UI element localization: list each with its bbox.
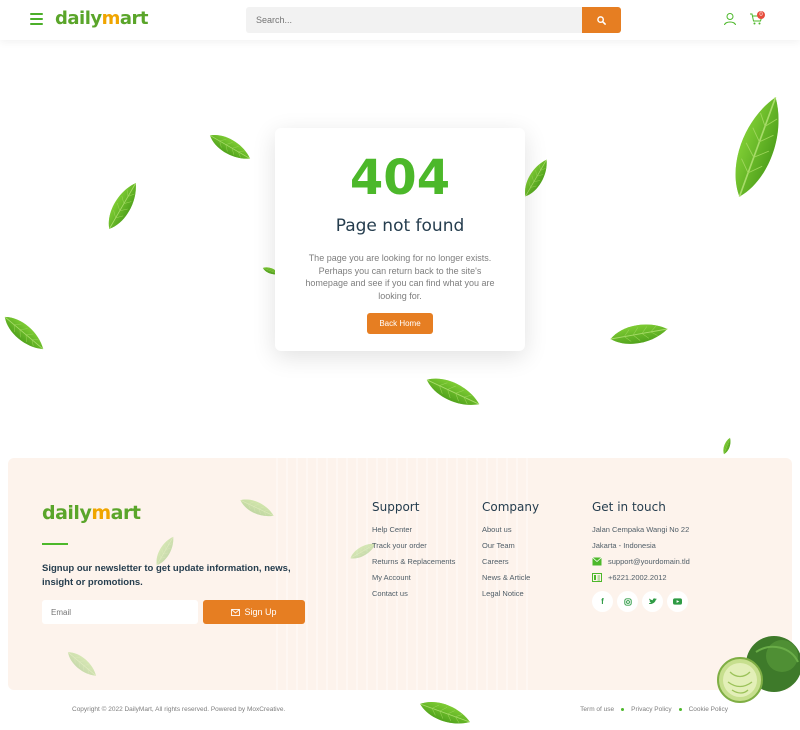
error-message: The page you are looking for no longer e…	[305, 253, 495, 301]
leaf-decoration	[599, 315, 680, 352]
site-header: dailymart 0	[0, 0, 800, 40]
user-icon[interactable]	[723, 12, 737, 26]
site-footer: dailymart Signup our newsletter to get u…	[8, 458, 792, 690]
error-code: 404	[349, 150, 451, 206]
cookie-policy-link[interactable]: Cookie Policy	[689, 706, 728, 713]
logo-text-m: m	[101, 8, 121, 29]
search-bar	[246, 7, 621, 33]
leaf-decoration	[720, 436, 734, 456]
mail-check-icon	[592, 557, 602, 566]
contact-address-line1: Jalan Cempaka Wangi No 22	[592, 525, 690, 534]
footer-support-column: Support Help Center Track your order Ret…	[372, 500, 455, 605]
logo-text-art: art	[110, 502, 141, 524]
contact-address-line2: Jakarta - Indonesia	[592, 541, 690, 550]
leaf-decoration	[414, 693, 476, 730]
footer-support-title: Support	[372, 500, 420, 514]
twitter-glyph	[648, 598, 657, 605]
phone-book-icon	[592, 573, 602, 582]
separator-dot	[678, 708, 682, 711]
copyright-text: Copyright © 2022 DailyMart, All rights r…	[72, 706, 286, 713]
legal-links: Term of use Privacy Policy Cookie Policy	[580, 706, 728, 713]
footer-link-legal-notice[interactable]: Legal Notice	[482, 589, 539, 598]
contact-email[interactable]: support@yourdomain.tld	[592, 557, 690, 566]
envelope-icon	[231, 608, 241, 616]
contact-phone[interactable]: +6221.2002.2012	[592, 573, 690, 582]
leaf-decoration	[62, 646, 101, 683]
error-title: Page not found	[335, 216, 465, 236]
contact-email-text: support@yourdomain.tld	[608, 557, 690, 566]
twitter-icon[interactable]	[642, 591, 663, 612]
footer-link-returns[interactable]: Returns & Replacements	[372, 557, 455, 566]
contact-phone-text: +6221.2002.2012	[608, 573, 667, 582]
leaf-decoration	[204, 125, 257, 168]
facebook-icon[interactable]: f	[592, 591, 613, 612]
logo-text-art: art	[119, 8, 149, 29]
footer-link-our-team[interactable]: Our Team	[482, 541, 539, 550]
leaf-decoration	[717, 85, 798, 208]
footer-company-title: Company	[482, 500, 540, 514]
cabbage-decoration	[717, 636, 800, 703]
footer-company-column: Company About us Our Team Careers News &…	[482, 500, 539, 605]
youtube-glyph	[673, 598, 682, 605]
footer-contact-title: Get in touch	[592, 500, 666, 514]
footer-logo-underline	[42, 543, 68, 545]
logo-text-daily: daily	[42, 502, 92, 524]
footer-link-news[interactable]: News & Article	[482, 573, 539, 582]
back-home-button[interactable]: Back Home	[367, 313, 433, 334]
footer-logo[interactable]: dailymart	[42, 502, 141, 524]
search-button[interactable]	[582, 7, 621, 33]
logo-text-daily: daily	[55, 8, 102, 29]
address-line2-text: Jakarta - Indonesia	[592, 541, 656, 550]
footer-link-my-account[interactable]: My Account	[372, 573, 455, 582]
leaf-decoration	[416, 366, 490, 417]
search-input[interactable]	[246, 7, 582, 33]
newsletter-email-input[interactable]	[42, 600, 198, 624]
error-card: 404 Page not found The page you are look…	[275, 128, 525, 351]
term-of-use-link[interactable]: Term of use	[580, 706, 614, 713]
hamburger-icon[interactable]	[30, 13, 43, 25]
footer-contact-column: Get in touch Jalan Cempaka Wangi No 22 J…	[592, 500, 690, 612]
logo-text-m: m	[91, 502, 111, 524]
search-icon	[597, 15, 606, 25]
footer-link-about-us[interactable]: About us	[482, 525, 539, 534]
newsletter-signup-button[interactable]: Sign Up	[203, 600, 305, 624]
footer-link-track-order[interactable]: Track your order	[372, 541, 455, 550]
social-links: f	[592, 591, 690, 612]
separator-dot	[621, 708, 625, 711]
signup-label: Sign Up	[244, 607, 277, 617]
instagram-icon[interactable]	[617, 591, 638, 612]
leaf-decoration	[0, 308, 51, 358]
address-line1-text: Jalan Cempaka Wangi No 22	[592, 525, 690, 534]
footer-link-careers[interactable]: Careers	[482, 557, 539, 566]
leaf-decoration	[99, 177, 146, 236]
footer-link-contact-us[interactable]: Contact us	[372, 589, 455, 598]
privacy-policy-link[interactable]: Privacy Policy	[631, 706, 671, 713]
instagram-glyph	[623, 597, 632, 606]
cart-count-badge: 0	[757, 11, 765, 19]
footer-link-help-center[interactable]: Help Center	[372, 525, 455, 534]
site-logo[interactable]: dailymart	[55, 8, 149, 29]
youtube-icon[interactable]	[667, 591, 688, 612]
newsletter-text: Signup our newsletter to get update info…	[42, 563, 291, 588]
